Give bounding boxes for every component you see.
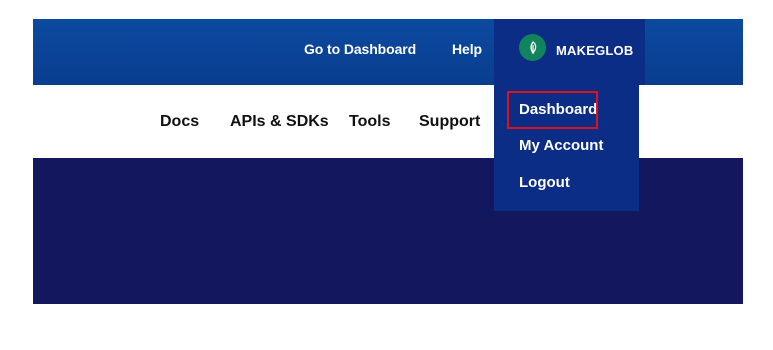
- menu-item-logout[interactable]: Logout: [519, 174, 570, 192]
- avatar[interactable]: [519, 34, 546, 61]
- account-username[interactable]: MAKEGLOB: [556, 43, 633, 59]
- nav-item-support[interactable]: Support: [419, 112, 480, 132]
- nav-item-docs[interactable]: Docs: [160, 112, 199, 132]
- dashboard-highlight-box: [507, 91, 598, 129]
- go-to-dashboard-link[interactable]: Go to Dashboard: [304, 40, 416, 58]
- help-link[interactable]: Help: [452, 40, 482, 58]
- nav-item-tools[interactable]: Tools: [349, 112, 390, 132]
- menu-item-my-account[interactable]: My Account: [519, 137, 603, 155]
- nav-item-apis-sdks[interactable]: APIs & SDKs: [230, 112, 329, 132]
- leaf-icon: [529, 40, 536, 54]
